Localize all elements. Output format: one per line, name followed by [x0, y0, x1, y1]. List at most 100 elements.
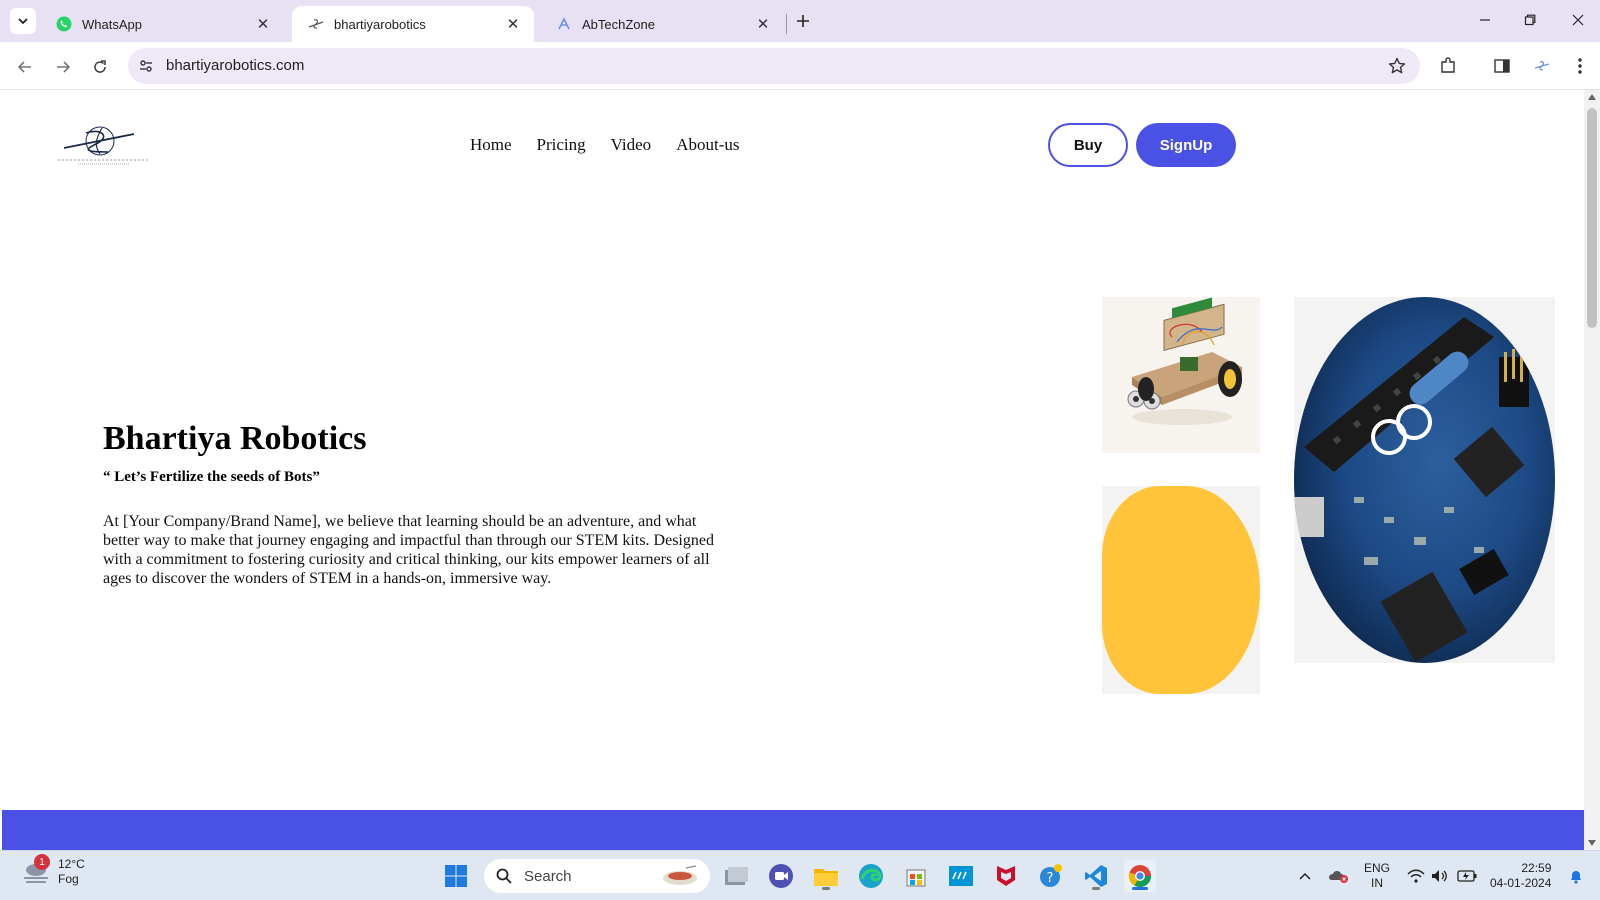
- edge-icon: [859, 864, 883, 888]
- close-icon[interactable]: ✕: [254, 15, 272, 33]
- cloud-offline-icon: [1329, 871, 1348, 883]
- minimize-icon: [1480, 19, 1490, 21]
- chevron-down-icon: [18, 18, 28, 25]
- close-icon: [1572, 14, 1584, 26]
- help-button[interactable]: ?: [1035, 860, 1067, 892]
- myhp-button[interactable]: [945, 860, 977, 892]
- web-page: Home Pricing Video About-us Buy SignUp B…: [2, 90, 1584, 850]
- reload-icon: [94, 60, 106, 73]
- language-indicator[interactable]: ENG IN: [1364, 861, 1390, 891]
- scrollbar-thumb[interactable]: [1587, 108, 1597, 328]
- tab-label: AbTechZone: [582, 16, 655, 32]
- kebab-menu-icon[interactable]: [1568, 54, 1592, 78]
- bookmark-star-icon[interactable]: [1386, 55, 1408, 77]
- scroll-down-icon[interactable]: [1587, 838, 1597, 848]
- fog-icon: 1: [20, 854, 52, 886]
- mcafee-button[interactable]: [990, 860, 1022, 892]
- restore-button[interactable]: [1515, 8, 1545, 32]
- close-window-button[interactable]: [1563, 8, 1593, 32]
- site-info-icon[interactable]: [136, 56, 156, 76]
- file-explorer-button[interactable]: [810, 860, 842, 892]
- clock-date: 04-01-2024: [1490, 876, 1552, 890]
- site-favicon: [308, 16, 324, 32]
- taskbar-search[interactable]: Search: [484, 859, 710, 893]
- tab-bhartiyarobotics[interactable]: bhartiyarobotics ✕: [292, 6, 534, 42]
- hero-tagline: “ Let’s Fertilize the seeds of Bots”: [103, 469, 320, 485]
- whatsapp-icon: [56, 16, 72, 32]
- url-text[interactable]: bhartiyarobotics.com: [166, 57, 304, 74]
- arrow-left-icon: [17, 61, 31, 73]
- tab-label: WhatsApp: [82, 16, 142, 32]
- bell-icon: [1571, 871, 1581, 884]
- scroll-up-icon[interactable]: [1587, 92, 1597, 102]
- volume-tray[interactable]: [1430, 866, 1450, 886]
- vscode-button[interactable]: [1080, 860, 1112, 892]
- store-button[interactable]: [900, 860, 932, 892]
- battery-charging-icon: [1457, 870, 1477, 882]
- signup-button[interactable]: SignUp: [1136, 123, 1236, 167]
- mcafee-icon: [997, 866, 1015, 886]
- tab-abtechzone[interactable]: AbTechZone ✕: [540, 6, 784, 42]
- chrome-icon: [1128, 865, 1151, 887]
- nav-about-us[interactable]: About-us: [676, 135, 739, 155]
- profile-avatar-icon[interactable]: [1530, 54, 1554, 78]
- wifi-icon: [1407, 869, 1425, 883]
- teams-button[interactable]: [765, 860, 797, 892]
- new-tab-button[interactable]: [792, 10, 814, 32]
- reload-button[interactable]: [87, 54, 113, 80]
- page-scrollbar[interactable]: [1584, 90, 1600, 850]
- chevron-up-icon: [1299, 872, 1311, 880]
- tab-whatsapp[interactable]: WhatsApp ✕: [40, 6, 284, 42]
- task-view-icon: [725, 867, 748, 885]
- active-indicator: [1132, 887, 1148, 890]
- notifications-button[interactable]: [1566, 866, 1586, 886]
- tab-label: bhartiyarobotics: [334, 16, 426, 32]
- close-icon[interactable]: ✕: [504, 15, 522, 33]
- site-logo[interactable]: [56, 124, 152, 168]
- robot-car-image: [1102, 297, 1260, 453]
- minimize-button[interactable]: [1470, 8, 1500, 32]
- main-nav: Home Pricing Video About-us: [470, 135, 739, 155]
- taskbar-clock[interactable]: 22:59 04-01-2024: [1490, 861, 1551, 891]
- folder-icon: [814, 869, 838, 886]
- weather-condition: Fog: [58, 872, 79, 886]
- clock-time: 22:59: [1521, 861, 1552, 875]
- weather-text: 12°C Fog: [58, 857, 85, 887]
- language-primary: ENG: [1364, 861, 1391, 875]
- running-indicator: [1092, 887, 1100, 890]
- arduino-board-image: [1294, 297, 1555, 663]
- yellow-shape: [1102, 486, 1260, 694]
- myhp-icon: [949, 866, 973, 886]
- chrome-button[interactable]: [1124, 860, 1156, 892]
- forward-button[interactable]: [50, 54, 76, 80]
- address-bar[interactable]: bhartiyarobotics.com: [128, 48, 1420, 84]
- show-hidden-icons-button[interactable]: [1296, 866, 1314, 886]
- start-button[interactable]: [440, 860, 472, 892]
- nav-video[interactable]: Video: [611, 135, 652, 155]
- back-button[interactable]: [12, 54, 38, 80]
- edge-button[interactable]: [855, 860, 887, 892]
- side-panel-icon[interactable]: [1490, 54, 1514, 78]
- hero-description: At [Your Company/Brand Name], we believe…: [103, 513, 714, 587]
- battery-tray[interactable]: [1456, 866, 1478, 886]
- close-icon[interactable]: ✕: [754, 15, 772, 33]
- svg-text:?: ?: [1047, 871, 1054, 886]
- running-indicator: [822, 887, 830, 890]
- task-view-button[interactable]: [720, 860, 752, 892]
- search-highlight-icon: [663, 865, 697, 885]
- nav-pricing[interactable]: Pricing: [537, 135, 586, 155]
- extensions-icon[interactable]: [1436, 54, 1460, 78]
- windows-icon: [445, 865, 467, 887]
- arrow-right-icon: [57, 61, 71, 73]
- nav-home[interactable]: Home: [470, 135, 512, 155]
- buy-button[interactable]: Buy: [1048, 123, 1128, 167]
- tab-search-button[interactable]: [10, 8, 36, 34]
- weather-badge: 1: [34, 854, 50, 870]
- weather-temp: 12°C: [58, 857, 85, 871]
- onedrive-tray[interactable]: [1328, 866, 1350, 886]
- weather-widget[interactable]: 1 12°C Fog: [20, 854, 85, 887]
- language-secondary: IN: [1371, 876, 1383, 890]
- restore-icon: [1524, 14, 1536, 26]
- store-icon: [906, 869, 926, 887]
- wifi-tray[interactable]: [1406, 866, 1426, 886]
